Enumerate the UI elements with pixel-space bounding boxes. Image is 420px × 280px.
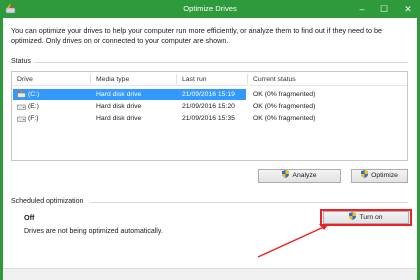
bottom-bar: [3, 268, 417, 280]
title-bar: Optimize Drives – ☐ ✕: [0, 0, 420, 18]
drive-name: (F:): [28, 115, 39, 122]
current-status: OK (0% fragmented): [253, 91, 316, 98]
analyze-button[interactable]: Analyze: [258, 169, 341, 183]
drive-name: (C:): [28, 91, 40, 98]
media-type: Hard disk drive: [96, 115, 142, 122]
table-row-drive-e[interactable]: (E:) Hard disk drive 21/09/2016 15:20: [13, 101, 246, 112]
minimize-button[interactable]: –: [350, 0, 374, 18]
intro-description: You can optimize your drives to help you…: [11, 26, 383, 45]
column-header-media-type[interactable]: Media type: [96, 76, 129, 83]
optimize-button[interactable]: Optimize: [351, 169, 408, 183]
last-run: 21/09/2016 15:20: [182, 103, 235, 110]
analyze-label: Analyze: [292, 172, 317, 179]
table-row-drive-c[interactable]: (C:) Hard disk drive 21/09/2016 15:19: [13, 89, 246, 100]
schedule-state: Off: [24, 213, 35, 222]
current-status: OK (0% fragmented): [253, 103, 316, 110]
column-header-drive[interactable]: Drive: [17, 76, 33, 83]
column-header-current-status[interactable]: Current status: [253, 76, 296, 83]
table-row-drive-f[interactable]: (F:) Hard disk drive 21/09/2016 15:35: [13, 113, 246, 124]
status-section-label: Status: [11, 58, 31, 65]
drive-name: (E:): [28, 103, 39, 110]
media-type: Hard disk drive: [96, 103, 142, 110]
last-run: 21/09/2016 15:35: [182, 115, 235, 122]
drives-table[interactable]: Drive Media type Last run Current status…: [11, 71, 408, 161]
drives-table-header: Drive Media type Last run Current status: [12, 72, 407, 86]
current-status: OK (0% fragmented): [253, 115, 316, 122]
media-type: Hard disk drive: [96, 91, 142, 98]
hard-drive-icon: [17, 116, 26, 122]
optimize-label: Optimize: [371, 172, 398, 179]
schedule-description: Drives are not being optimized automatic…: [24, 228, 163, 235]
window-frame-left: [0, 18, 3, 280]
scheduled-divider: [90, 202, 408, 203]
maximize-button[interactable]: ☐: [372, 0, 396, 18]
close-button[interactable]: ✕: [396, 0, 420, 18]
uac-shield-icon: [282, 170, 290, 178]
last-run: 21/09/2016 15:19: [182, 91, 235, 98]
system-drive-icon: [17, 91, 26, 98]
column-separator[interactable]: [176, 74, 177, 84]
hard-drive-icon: [17, 104, 26, 110]
column-separator[interactable]: [247, 74, 248, 84]
column-header-last-run[interactable]: Last run: [182, 76, 207, 83]
uac-shield-icon: [361, 170, 369, 178]
annotation-highlight-box: [320, 209, 412, 226]
status-divider: [34, 62, 408, 63]
scheduled-section-label: Scheduled optimization: [11, 198, 84, 205]
column-separator[interactable]: [90, 74, 91, 84]
